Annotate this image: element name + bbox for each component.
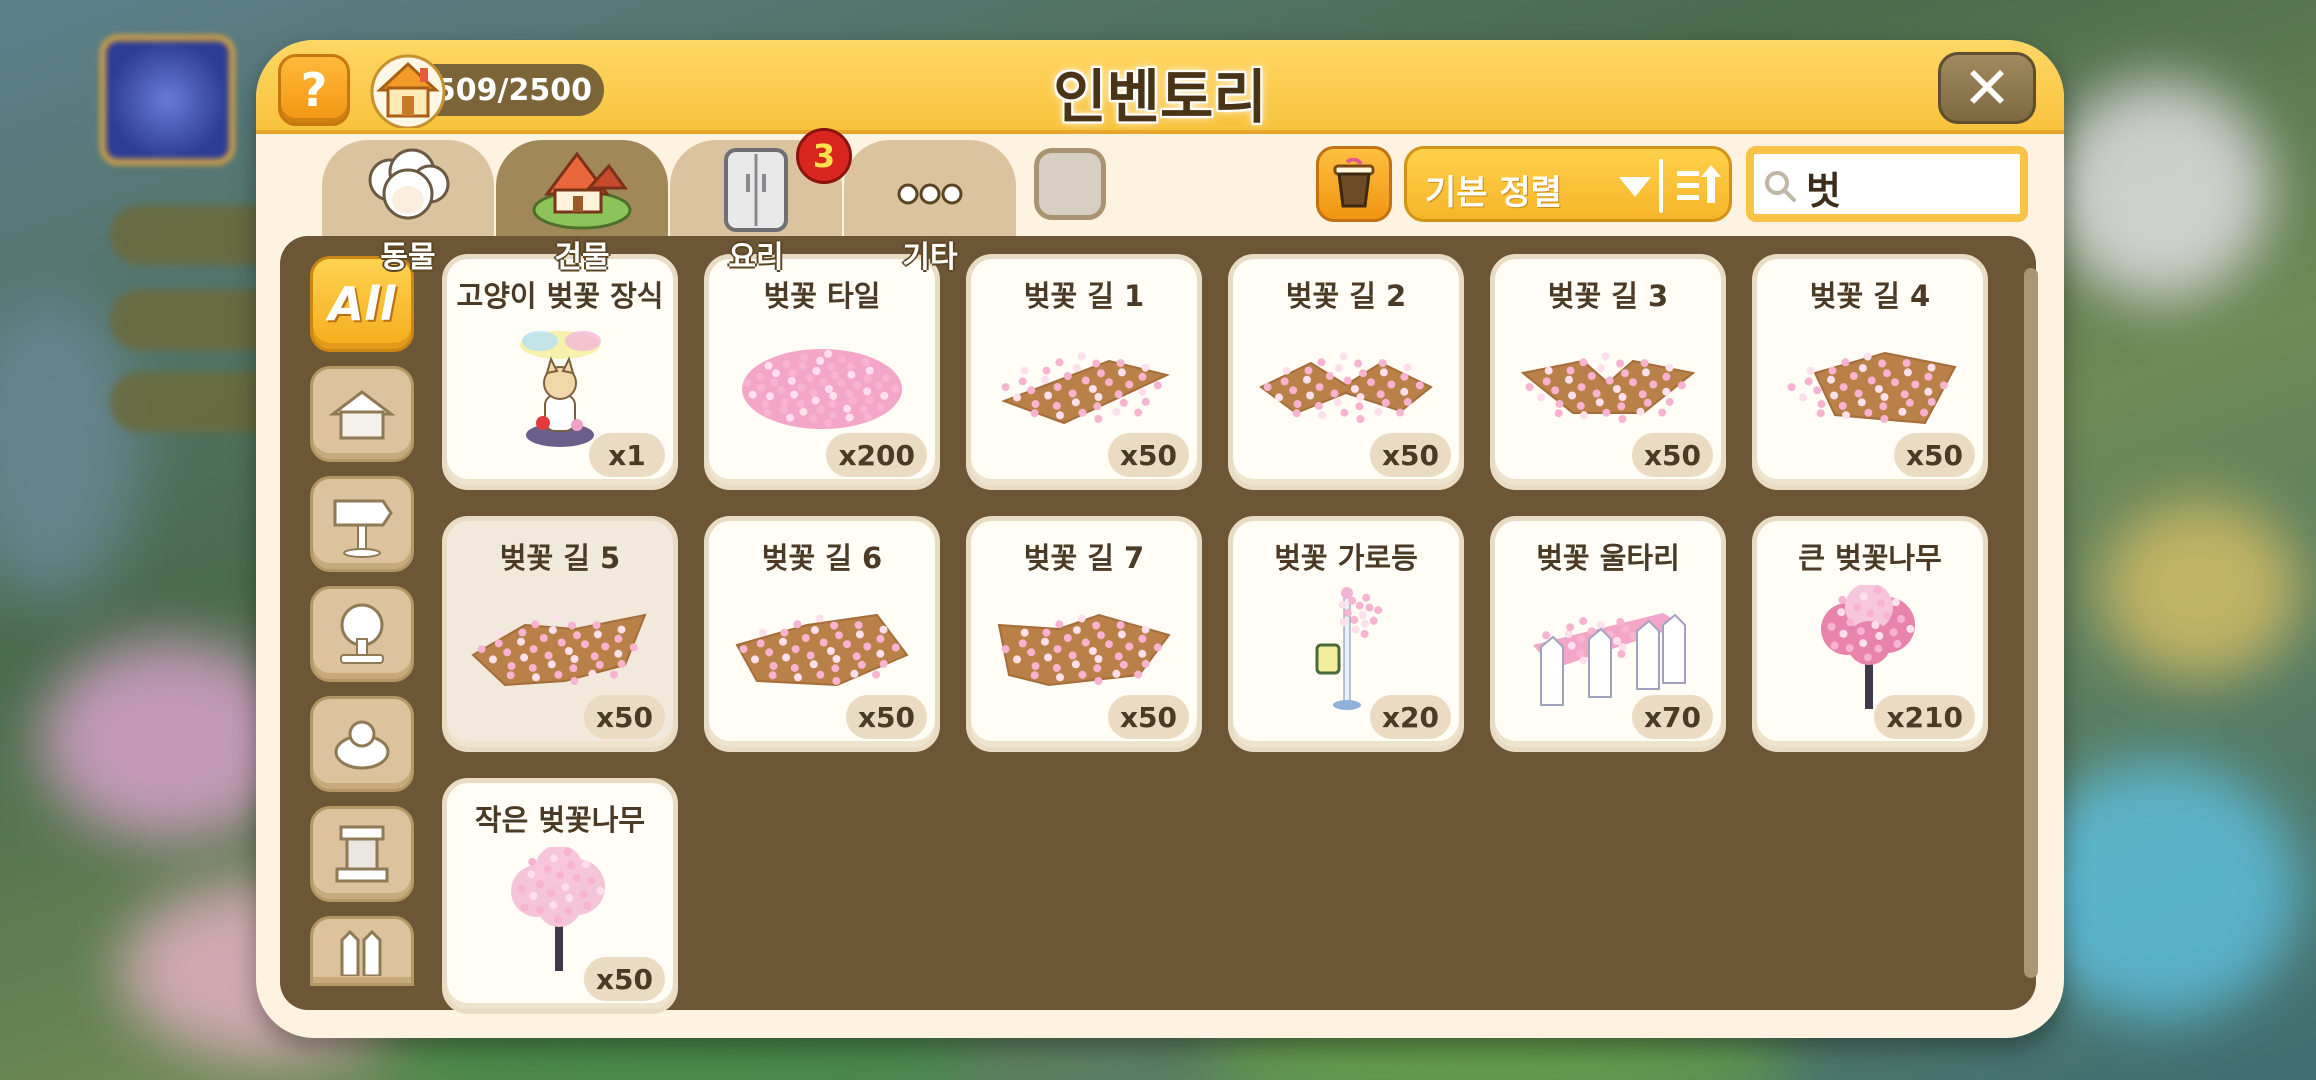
item-card[interactable]: 벚꽃 길 7 x50 — [966, 516, 1202, 752]
item-count: x50 — [1107, 433, 1189, 477]
item-name: 벚꽃 길 5 — [499, 541, 621, 575]
item-card[interactable]: 벚꽃 길 3 x50 — [1490, 254, 1726, 490]
header-bar: ? 509/2500 인벤토리 ✕ — [256, 40, 2064, 134]
close-button[interactable]: ✕ — [1938, 52, 2036, 124]
item-card[interactable]: 작은 벚꽃나무 x50 — [442, 778, 678, 1014]
item-name: 벚꽃 길 1 — [1023, 279, 1145, 313]
item-card[interactable]: 벚꽃 길 6 x50 — [704, 516, 940, 752]
fridge-icon — [724, 148, 788, 232]
path-icon — [997, 613, 1171, 687]
decoration-icon — [334, 720, 390, 770]
item-card[interactable]: 고양이 벚꽃 장식 x1 — [442, 254, 678, 490]
item-name: 작은 벚꽃나무 — [474, 803, 646, 837]
all-icon: All — [328, 277, 396, 331]
category-pedestal-button[interactable] — [310, 806, 414, 902]
item-card[interactable]: 벚꽃 길 4 x50 — [1752, 254, 1988, 490]
building-icon — [532, 151, 632, 230]
item-card[interactable]: 벚꽃 길 2 x50 — [1228, 254, 1464, 490]
tab-label: 요리 — [728, 240, 784, 275]
path-icon — [1520, 352, 1696, 423]
category-fence-button[interactable] — [310, 916, 414, 986]
item-card[interactable]: 벚꽃 타일 x200 — [704, 254, 940, 490]
item-name: 벚꽃 길 3 — [1547, 279, 1669, 313]
sort-label: 기본 정렬 — [1425, 173, 1562, 213]
tab-label: 기타 — [902, 240, 958, 275]
search-value: 벗 — [1806, 169, 1841, 213]
path-icon — [1787, 351, 1957, 425]
item-count: x20 — [1369, 695, 1451, 739]
item-card[interactable]: 벚꽃 울타리 x70 — [1490, 516, 1726, 752]
tree-icon — [1821, 585, 1915, 709]
inventory-panel: ? 509/2500 인벤토리 ✕ 동물 건물 요리 3 기타 기본 정렬 벗 … — [256, 40, 2064, 1038]
item-count: x50 — [1893, 433, 1975, 477]
pedestal-icon — [335, 825, 389, 883]
item-count: x200 — [826, 433, 927, 477]
path-icon — [471, 613, 647, 687]
sort-ascending-icon[interactable] — [1671, 159, 1727, 213]
item-count: x1 — [589, 433, 665, 477]
item-name: 벚꽃 길 7 — [1023, 541, 1145, 575]
chevron-down-icon — [1619, 177, 1651, 197]
scrollbar[interactable] — [2024, 268, 2038, 978]
item-card[interactable]: 벚꽃 길 5 x50 — [442, 516, 678, 752]
item-count: x50 — [1107, 695, 1189, 739]
search-input[interactable]: 벗 — [1746, 146, 2028, 222]
house-icon — [328, 390, 396, 440]
path-icon — [1259, 352, 1433, 423]
tab-label: 동물 — [380, 240, 436, 275]
item-count: x50 — [1631, 433, 1713, 477]
category-etc-button[interactable] — [310, 476, 414, 572]
fence-icon — [1533, 613, 1686, 706]
item-count: x50 — [583, 695, 665, 739]
item-card[interactable]: 벚꽃 길 1 x50 — [966, 254, 1202, 490]
trash-button[interactable] — [1316, 146, 1392, 222]
lamp-icon — [1315, 587, 1383, 710]
item-count: x210 — [1874, 695, 1975, 739]
path-icon — [735, 613, 909, 687]
path-icon — [1001, 352, 1171, 425]
item-name: 벚꽃 길 4 — [1809, 279, 1931, 313]
item-count: x70 — [1631, 695, 1713, 739]
item-name: 벚꽃 길 2 — [1285, 279, 1407, 313]
dots-icon — [897, 183, 963, 205]
tile-icon — [742, 349, 902, 429]
tree-statue-icon — [340, 603, 384, 664]
page-title: 인벤토리 — [1053, 63, 1267, 131]
item-name: 벚꽃 울타리 — [1536, 541, 1680, 575]
item-name: 벚꽃 가로등 — [1274, 541, 1418, 575]
etc-sign-icon — [333, 499, 393, 558]
tab-label: 건물 — [554, 240, 610, 275]
empty-slot-button[interactable] — [1034, 148, 1106, 220]
search-icon — [1765, 171, 1796, 202]
category-house-button[interactable] — [310, 366, 414, 462]
item-name: 벚꽃 타일 — [763, 279, 881, 313]
sort-dropdown[interactable]: 기본 정렬 — [1404, 146, 1732, 222]
category-tree-button[interactable] — [310, 586, 414, 682]
inventory-content: All 고양이 벚꽃 장식 x1 벚꽃 타일 x200 벚꽃 길 1 x50 벚… — [280, 236, 2038, 1014]
item-name: 고양이 벚꽃 장식 — [456, 279, 664, 313]
item-name: 큰 벚꽃나무 — [1798, 541, 1942, 575]
fence-icon — [340, 929, 382, 976]
divider — [1659, 159, 1663, 213]
notification-badge: 3 — [796, 128, 852, 184]
item-count: x50 — [845, 695, 927, 739]
item-count: x50 — [583, 957, 665, 1001]
item-card[interactable]: 큰 벚꽃나무 x210 — [1752, 516, 1988, 752]
cat-icon — [520, 331, 601, 447]
trash-can-icon — [1333, 158, 1375, 208]
sheep-icon — [368, 148, 450, 220]
category-decoration-button[interactable] — [310, 696, 414, 792]
item-name: 벚꽃 길 6 — [761, 541, 883, 575]
item-count: x50 — [1369, 433, 1451, 477]
item-card[interactable]: 벚꽃 가로등 x20 — [1228, 516, 1464, 752]
tree-small-icon — [511, 847, 605, 971]
